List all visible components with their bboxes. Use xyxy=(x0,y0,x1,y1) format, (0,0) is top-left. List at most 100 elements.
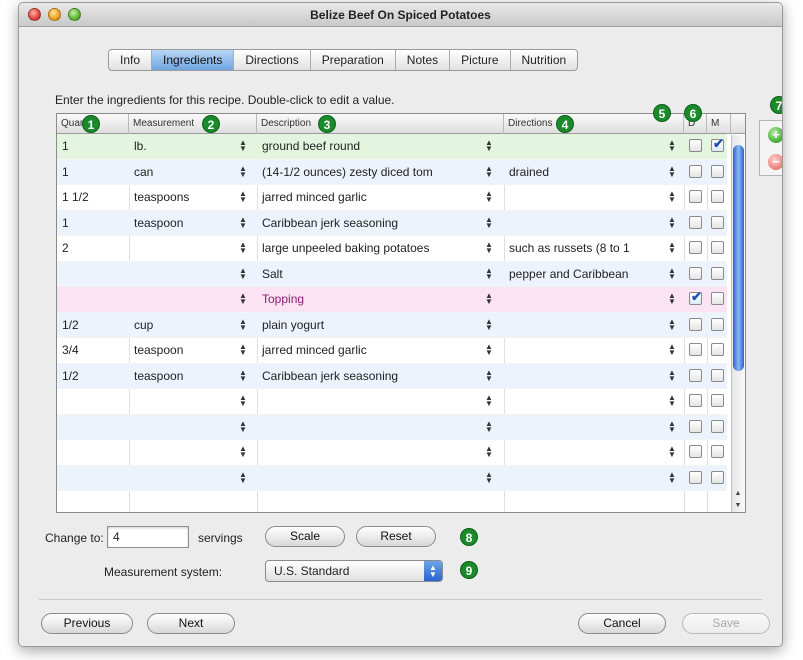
servings-input[interactable]: 4 xyxy=(107,526,189,548)
d-checkbox[interactable] xyxy=(689,445,702,458)
save-button[interactable]: Save xyxy=(682,613,770,634)
measurement-cell[interactable]: lb. xyxy=(129,134,243,159)
tab-notes[interactable]: Notes xyxy=(396,50,451,70)
d-checkbox[interactable] xyxy=(689,289,702,305)
popup-arrows-icon[interactable]: ▲ ▼ xyxy=(668,292,676,306)
popup-arrows-icon[interactable]: ▲ ▼ xyxy=(485,317,493,331)
quantity-cell[interactable] xyxy=(57,389,129,414)
directions-cell[interactable]: such as russets (8 to 1 xyxy=(504,236,670,261)
description-cell[interactable]: Caribbean jerk seasoning xyxy=(257,211,490,236)
d-checkbox[interactable] xyxy=(689,343,702,356)
d-checkbox[interactable] xyxy=(689,470,702,484)
directions-cell[interactable] xyxy=(504,415,670,440)
description-cell[interactable] xyxy=(257,440,490,465)
popup-arrows-icon[interactable]: ▲ ▼ xyxy=(485,292,493,306)
popup-arrows-icon[interactable]: ▲ ▼ xyxy=(485,266,493,280)
d-checkbox[interactable] xyxy=(689,266,702,280)
popup-arrows-icon[interactable]: ▲ ▼ xyxy=(239,470,247,484)
m-checkbox[interactable] xyxy=(711,419,724,433)
quantity-cell[interactable]: 1/2 xyxy=(57,313,129,338)
popup-arrows-icon[interactable]: ▲ ▼ xyxy=(485,241,493,255)
table-row[interactable]: 1 teaspoon ▲ ▼ Caribbean jerk seasoning ▲ ▼ ▲ ▼ xyxy=(57,210,727,236)
d-checkbox[interactable] xyxy=(689,419,702,433)
popup-arrows-icon[interactable]: ▲ ▼ xyxy=(239,368,247,382)
ingredients-table[interactable]: Quantity Measurement Description Directi… xyxy=(56,113,746,513)
description-cell[interactable]: jarred minced garlic xyxy=(257,338,490,363)
cancel-button[interactable]: Cancel xyxy=(578,613,666,634)
description-cell[interactable]: jarred minced garlic xyxy=(257,185,490,210)
popup-arrows-icon[interactable]: ▲ ▼ xyxy=(239,266,247,280)
d-checkbox[interactable] xyxy=(689,190,702,203)
d-checkbox[interactable] xyxy=(689,215,702,229)
popup-arrows-icon[interactable]: ▲ ▼ xyxy=(239,445,247,459)
table-row[interactable]: ▲ ▼ ▲ ▼ ▲ ▼ xyxy=(57,414,727,440)
directions-cell[interactable]: drained xyxy=(504,160,670,185)
m-checkbox[interactable] xyxy=(711,343,724,356)
measurement-cell[interactable] xyxy=(129,440,243,465)
measurement-system-select[interactable]: U.S. Standard ▲ ▼ xyxy=(265,560,443,582)
description-cell[interactable]: Topping xyxy=(257,287,490,312)
scale-button[interactable]: Scale xyxy=(265,526,345,547)
table-row[interactable]: 1/2 cup ▲ ▼ plain yogurt ▲ ▼ ▲ ▼ xyxy=(57,312,727,338)
popup-arrows-icon[interactable]: ▲ ▼ xyxy=(668,470,676,484)
m-checkbox[interactable] xyxy=(711,241,724,254)
m-checkbox[interactable] xyxy=(711,394,724,407)
column-header-description[interactable]: Description xyxy=(257,114,504,134)
measurement-cell[interactable]: teaspoons xyxy=(129,185,243,210)
measurement-cell[interactable] xyxy=(129,415,243,440)
column-header-measurement[interactable]: Measurement xyxy=(129,114,257,134)
m-checkbox[interactable] xyxy=(711,317,724,331)
popup-arrows-icon[interactable]: ▲ ▼ xyxy=(668,445,676,459)
m-checkbox[interactable] xyxy=(711,215,724,229)
popup-arrows-icon[interactable]: ▲ ▼ xyxy=(668,266,676,280)
tab-directions[interactable]: Directions xyxy=(234,50,311,70)
table-row[interactable]: ▲ ▼ ▲ ▼ ▲ ▼ xyxy=(57,440,727,466)
table-row[interactable]: 1 lb. ▲ ▼ ground beef round ▲ ▼ ▲ ▼ xyxy=(57,134,727,160)
reset-button[interactable]: Reset xyxy=(356,526,436,547)
directions-cell[interactable] xyxy=(504,185,670,210)
table-row[interactable]: ▲ ▼ ▲ ▼ ▲ ▼ xyxy=(57,389,727,415)
popup-arrows-icon[interactable]: ▲ ▼ xyxy=(668,215,676,229)
directions-cell[interactable] xyxy=(504,134,670,159)
description-cell[interactable]: plain yogurt xyxy=(257,313,490,338)
directions-cell[interactable]: pepper and Caribbean xyxy=(504,262,670,287)
popup-arrows-icon[interactable]: ▲ ▼ xyxy=(668,419,676,433)
description-cell[interactable] xyxy=(257,415,490,440)
measurement-cell[interactable] xyxy=(129,389,243,414)
directions-cell[interactable] xyxy=(504,211,670,236)
popup-arrows-icon[interactable]: ▲ ▼ xyxy=(485,394,493,408)
description-cell[interactable]: (14-1/2 ounces) zesty diced tom xyxy=(257,160,490,185)
popup-arrows-icon[interactable]: ▲ ▼ xyxy=(239,317,247,331)
popup-arrows-icon[interactable]: ▲ ▼ xyxy=(239,190,247,204)
popup-arrows-icon[interactable]: ▲ ▼ xyxy=(485,470,493,484)
description-cell[interactable] xyxy=(257,389,490,414)
add-ingredient-button[interactable]: + xyxy=(768,127,782,143)
m-checkbox[interactable] xyxy=(711,190,724,203)
m-checkbox[interactable] xyxy=(711,368,724,382)
m-checkbox[interactable] xyxy=(711,266,724,280)
table-row[interactable]: ▲ ▼ Salt ▲ ▼ pepper and Caribbean ▲ ▼ xyxy=(57,261,727,287)
measurement-cell[interactable] xyxy=(129,236,243,261)
directions-cell[interactable] xyxy=(504,389,670,414)
quantity-cell[interactable] xyxy=(57,466,129,491)
popup-arrows-icon[interactable]: ▲ ▼ xyxy=(239,215,247,229)
description-cell[interactable]: Salt xyxy=(257,262,490,287)
description-cell[interactable] xyxy=(257,466,490,491)
directions-cell[interactable] xyxy=(504,313,670,338)
popup-arrows-icon[interactable]: ▲ ▼ xyxy=(239,343,247,357)
table-row[interactable]: 1 1/2 teaspoons ▲ ▼ jarred minced garlic ▲ ▼ ▲ ▼ xyxy=(57,185,727,211)
m-checkbox[interactable] xyxy=(711,136,724,152)
popup-arrows-icon[interactable]: ▲ ▼ xyxy=(485,215,493,229)
quantity-cell[interactable]: 1 xyxy=(57,211,129,236)
measurement-cell[interactable]: teaspoon xyxy=(129,364,243,389)
popup-arrows-icon[interactable]: ▲ ▼ xyxy=(485,164,493,178)
quantity-cell[interactable] xyxy=(57,287,129,312)
popup-arrows-icon[interactable]: ▲ ▼ xyxy=(485,419,493,433)
tab-nutrition[interactable]: Nutrition xyxy=(511,50,578,70)
popup-arrows-icon[interactable]: ▲ ▼ xyxy=(485,445,493,459)
tab-picture[interactable]: Picture xyxy=(450,50,511,70)
remove-ingredient-button[interactable]: − xyxy=(768,154,782,170)
next-button[interactable]: Next xyxy=(147,613,235,634)
table-row[interactable]: ▲ ▼ ▲ ▼ ▲ ▼ xyxy=(57,465,727,491)
measurement-cell[interactable]: teaspoon xyxy=(129,211,243,236)
